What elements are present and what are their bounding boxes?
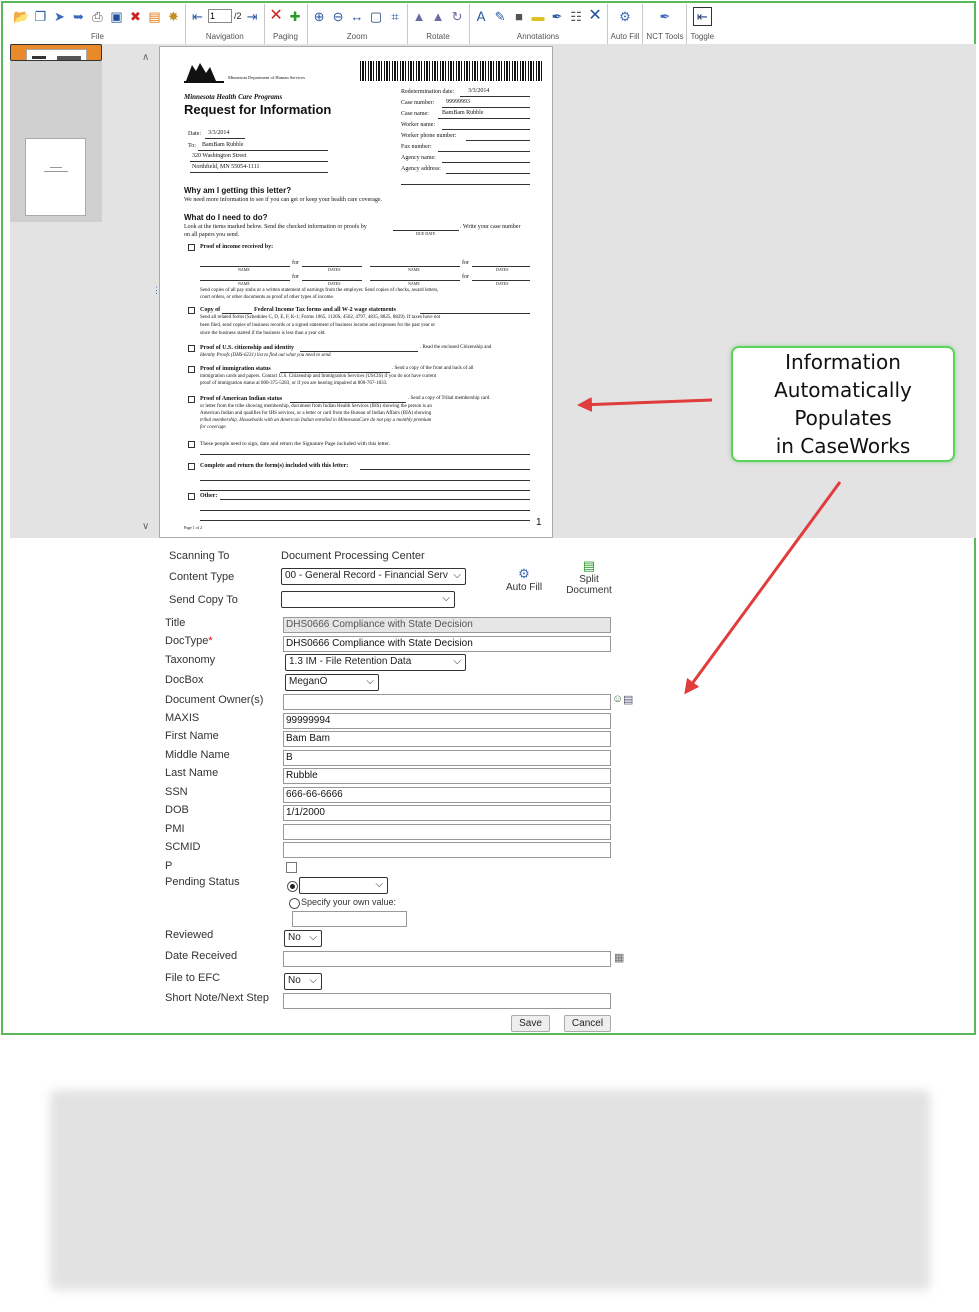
send-copy-label: Send Copy To xyxy=(169,594,238,606)
autofill-button[interactable]: ⚙ Auto Fill xyxy=(502,566,546,593)
send-copy-select[interactable]: ⌵ xyxy=(281,591,455,608)
autofill-gear-icon: ⚙ xyxy=(518,566,530,581)
chevron-down-icon: ⌵ xyxy=(442,593,450,604)
split-label-2: Document xyxy=(566,585,612,596)
last-name-field[interactable]: Rubble xyxy=(283,768,611,784)
arrow-to-document xyxy=(577,397,713,413)
doctype-field[interactable]: DHS0666 Compliance with State Decision xyxy=(283,636,611,652)
short-note-label: Short Note/Next Step xyxy=(165,992,269,1004)
docbox-label: DocBox xyxy=(165,674,204,686)
content-type-label: Content Type xyxy=(169,571,235,583)
scanning-to-value: Document Processing Center xyxy=(281,550,425,562)
reviewed-select[interactable]: No ⌵ xyxy=(284,930,322,947)
docbox-select[interactable]: MeganO ⌵ xyxy=(285,674,379,691)
taxonomy-value: 1.3 IM - File Retention Data xyxy=(289,656,412,667)
cancel-button[interactable]: Cancel xyxy=(564,1015,611,1032)
first-name-field[interactable]: Bam Bam xyxy=(283,731,611,747)
chevron-down-icon: ⌵ xyxy=(453,570,461,581)
dob-label: DOB xyxy=(165,804,189,816)
calendar-icon[interactable]: ▦ xyxy=(614,951,624,964)
reviewed-value: No xyxy=(288,932,301,943)
address-book-icon[interactable]: ▤ xyxy=(623,693,633,706)
save-button[interactable]: Save xyxy=(511,1015,550,1032)
required-marker: * xyxy=(208,635,213,647)
last-name-label: Last Name xyxy=(165,767,219,779)
middle-name-label: Middle Name xyxy=(165,749,230,761)
chevron-down-icon: ⌵ xyxy=(366,676,374,687)
autofill-label: Auto Fill xyxy=(505,582,543,593)
document-owner-label: Document Owner(s) xyxy=(165,694,264,706)
dob-field[interactable]: 1/1/2000 xyxy=(283,805,611,821)
pending-status-select[interactable]: ⌵ xyxy=(299,877,388,894)
docbox-value: MeganO xyxy=(289,676,328,687)
specify-value-field[interactable] xyxy=(292,911,407,927)
chevron-down-icon: ⌵ xyxy=(309,975,317,986)
split-document-button[interactable]: ▤ Split Document xyxy=(562,558,616,596)
doctype-label-text: DocType xyxy=(165,635,209,647)
reviewed-label: Reviewed xyxy=(165,929,214,941)
p-checkbox[interactable] xyxy=(286,862,297,873)
maxis-field[interactable]: 99999994 xyxy=(283,713,611,729)
pending-radio-choice[interactable] xyxy=(287,881,298,892)
pending-status-label: Pending Status xyxy=(165,876,240,888)
pmi-label: PMI xyxy=(165,823,185,835)
middle-name-field[interactable]: B xyxy=(283,750,611,766)
first-name-label: First Name xyxy=(165,730,219,742)
scanning-to-label: Scanning To xyxy=(169,550,230,562)
chevron-down-icon: ⌵ xyxy=(375,879,383,890)
pending-radio-specify[interactable] xyxy=(289,898,300,909)
taxonomy-label: Taxonomy xyxy=(165,654,216,666)
scmid-field[interactable] xyxy=(283,842,611,858)
document-owner-field[interactable] xyxy=(283,694,611,710)
file-to-efc-value: No xyxy=(288,975,301,986)
doctype-label: DocType* xyxy=(165,635,213,647)
pmi-field[interactable] xyxy=(283,824,611,840)
chevron-down-icon: ⌵ xyxy=(453,656,461,667)
file-to-efc-label: File to EFC xyxy=(165,972,221,984)
split-document-icon: ▤ xyxy=(582,558,596,573)
check-names-icon[interactable]: ☺ xyxy=(612,693,623,705)
arrow-to-form xyxy=(684,481,842,695)
specify-value-label: Specify your own value: xyxy=(301,897,397,907)
taxonomy-select[interactable]: 1.3 IM - File Retention Data ⌵ xyxy=(285,654,466,671)
p-label: P xyxy=(165,860,173,872)
ssn-field[interactable]: 666-66-6666 xyxy=(283,787,611,803)
maxis-label: MAXIS xyxy=(165,712,200,724)
date-received-field[interactable] xyxy=(283,951,611,967)
content-type-select[interactable]: 00 - General Record - Financial Serv ⌵ xyxy=(281,568,466,585)
title-label: Title xyxy=(165,617,186,629)
file-to-efc-select[interactable]: No ⌵ xyxy=(284,973,322,990)
scmid-label: SCMID xyxy=(165,841,201,853)
content-type-value: 00 - General Record - Financial Serv xyxy=(285,570,448,581)
blurred-region xyxy=(50,1090,930,1290)
short-note-field[interactable] xyxy=(283,993,611,1009)
ssn-label: SSN xyxy=(165,786,188,798)
title-field: DHS0666 Compliance with State Decision xyxy=(283,617,611,633)
date-received-label: Date Received xyxy=(165,950,238,962)
chevron-down-icon: ⌵ xyxy=(309,932,317,943)
split-label-1: Split xyxy=(579,574,599,585)
